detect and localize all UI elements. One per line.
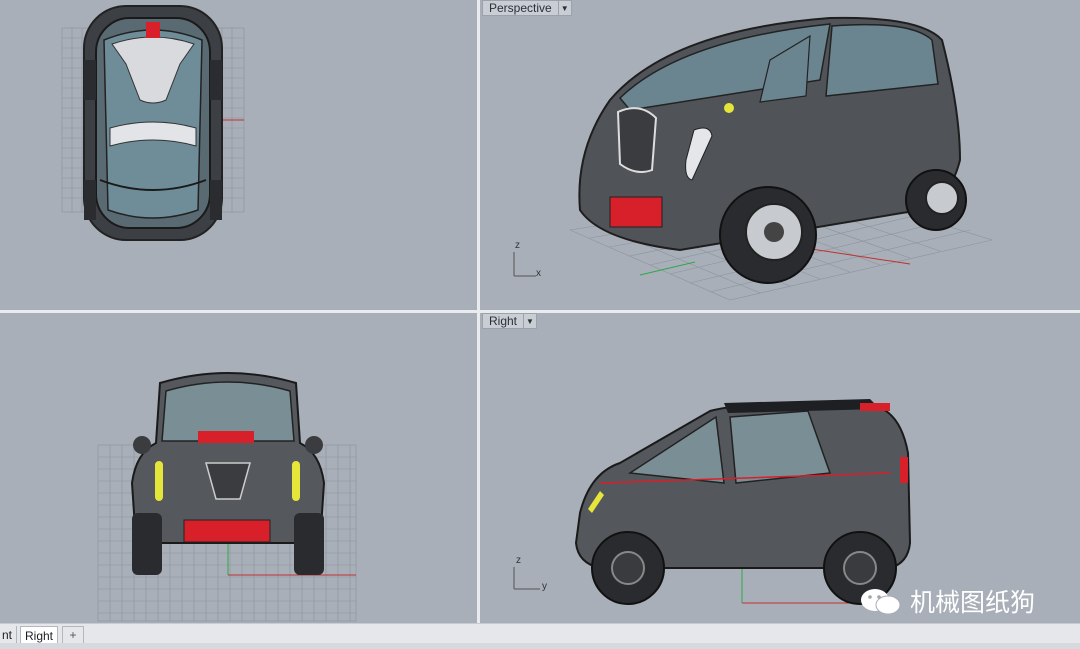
add-layout-tab-button[interactable]: + [62,626,84,644]
watermark-text: 机械图纸狗 [910,588,1036,617]
car-top [83,5,223,241]
perspective-axis-x: x [536,268,541,279]
viewport-splitter-horizontal[interactable] [0,310,1080,313]
right-axis-y: y [542,581,547,592]
front-view-canvas [97,372,357,622]
right-axis-triad [513,567,540,590]
front-viewport[interactable] [0,313,477,623]
right-viewport[interactable]: Right ▼ z y [480,313,1080,623]
layout-tab-truncated[interactable]: nt [0,626,18,644]
watermark: 机械图纸狗 [858,583,1035,619]
car-side [574,399,912,605]
layout-tab-right[interactable]: Right [20,626,59,644]
perspective-canvas [513,16,994,301]
right-axis-z: z [516,555,521,566]
status-bar [0,643,1080,649]
right-view-canvas [513,399,912,605]
wechat-icon [858,586,902,616]
perspective-axis-triad [513,252,536,277]
perspective-axis-z: z [515,240,520,251]
top-viewport[interactable] [0,0,477,310]
perspective-viewport[interactable]: Perspective ▼ z x [480,0,1080,310]
car-perspective [578,16,967,284]
top-view-canvas [61,5,245,241]
